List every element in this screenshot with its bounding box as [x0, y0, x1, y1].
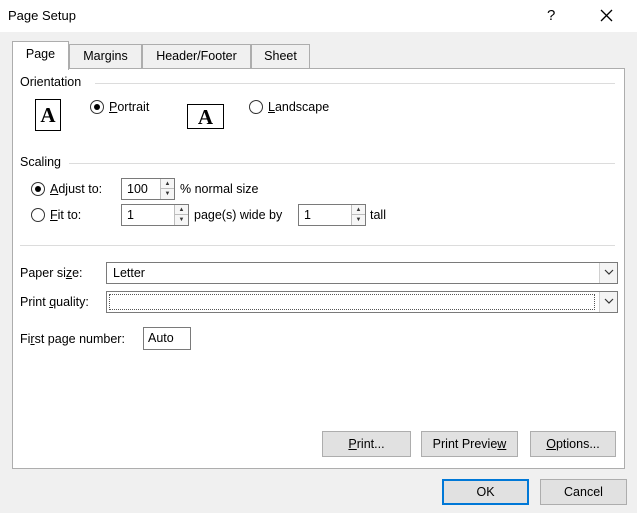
- paper-size-select[interactable]: Letter: [106, 262, 618, 284]
- title-bar: Page Setup ?: [0, 0, 637, 32]
- print-button[interactable]: Print...: [322, 431, 411, 457]
- tab-header-footer[interactable]: Header/Footer: [142, 44, 251, 69]
- window-title: Page Setup: [8, 8, 76, 23]
- spin-down-icon[interactable]: ▼: [352, 215, 365, 225]
- options-button[interactable]: Options...: [530, 431, 616, 457]
- orientation-divider: [95, 83, 615, 84]
- spinner-arrows[interactable]: ▲ ▼: [160, 179, 174, 199]
- close-icon[interactable]: [595, 5, 619, 27]
- spin-up-icon[interactable]: ▲: [161, 179, 174, 189]
- scaling-divider: [69, 163, 615, 164]
- pages-wide-spinner[interactable]: 1 ▲ ▼: [121, 204, 189, 226]
- chevron-down-icon[interactable]: [599, 263, 617, 283]
- tall-label: tall: [370, 208, 386, 222]
- spin-up-icon[interactable]: ▲: [175, 205, 188, 215]
- paper-size-value: Letter: [113, 266, 145, 280]
- print-quality-select[interactable]: [106, 291, 618, 313]
- spinner-arrows[interactable]: ▲ ▼: [351, 205, 365, 225]
- portrait-page-icon: A: [35, 99, 61, 131]
- print-preview-button[interactable]: Print Preview: [421, 431, 518, 457]
- landscape-label[interactable]: Landscape: [268, 100, 329, 114]
- adjust-percent-value: 100: [127, 182, 148, 196]
- first-page-number-input[interactable]: Auto: [143, 327, 191, 350]
- spin-down-icon[interactable]: ▼: [161, 189, 174, 199]
- paper-size-label: Paper size:: [20, 266, 83, 280]
- scaling-heading: Scaling: [20, 155, 61, 169]
- adjust-to-label[interactable]: Adjust to:: [50, 182, 102, 196]
- portrait-radio[interactable]: [90, 100, 104, 114]
- landscape-page-icon: A: [187, 104, 224, 129]
- first-page-number-label: First page number:: [20, 332, 125, 346]
- ok-button[interactable]: OK: [442, 479, 529, 505]
- pages-tall-spinner[interactable]: 1 ▲ ▼: [298, 204, 366, 226]
- landscape-radio[interactable]: [249, 100, 263, 114]
- pages-wide-value: 1: [127, 208, 134, 222]
- spin-down-icon[interactable]: ▼: [175, 215, 188, 225]
- pages-tall-value: 1: [304, 208, 311, 222]
- tab-page[interactable]: Page: [12, 41, 69, 70]
- focus-rect: [109, 294, 595, 310]
- chevron-down-icon[interactable]: [599, 292, 617, 312]
- first-page-number-value: Auto: [148, 331, 174, 345]
- pages-wide-label: page(s) wide by: [194, 208, 283, 222]
- tab-margins[interactable]: Margins: [69, 44, 142, 69]
- spin-up-icon[interactable]: ▲: [352, 205, 365, 215]
- orientation-heading: Orientation: [20, 75, 82, 89]
- page-tab-panel: Orientation A Portrait A Landscape Scali…: [12, 68, 625, 469]
- print-quality-label: Print quality:: [20, 295, 89, 309]
- spinner-arrows[interactable]: ▲ ▼: [174, 205, 188, 225]
- tab-sheet[interactable]: Sheet: [251, 44, 310, 69]
- adjust-percent-spinner[interactable]: 100 ▲ ▼: [121, 178, 175, 200]
- help-button[interactable]: ?: [547, 7, 555, 24]
- adjust-to-radio[interactable]: [31, 182, 45, 196]
- fit-to-label[interactable]: Fit to:: [50, 208, 81, 222]
- cancel-button[interactable]: Cancel: [540, 479, 627, 505]
- normal-size-label: % normal size: [180, 182, 259, 196]
- section-divider: [20, 245, 615, 246]
- fit-to-radio[interactable]: [31, 208, 45, 222]
- portrait-label[interactable]: Portrait: [109, 100, 149, 114]
